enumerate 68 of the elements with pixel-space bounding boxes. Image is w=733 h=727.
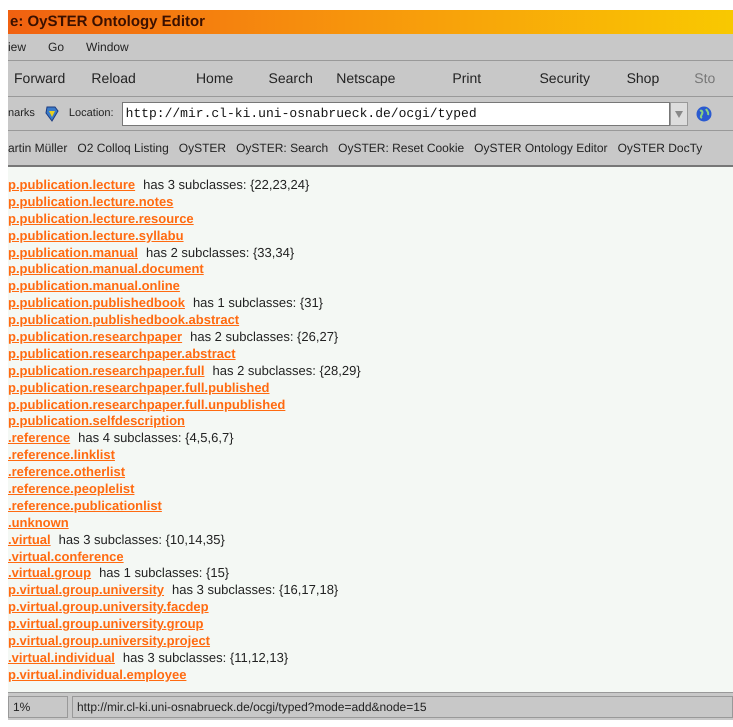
class-link[interactable]: .virtual xyxy=(8,532,51,547)
class-link[interactable]: .virtual.group xyxy=(8,565,92,580)
class-link[interactable]: p.publication.publishedbook.abstract xyxy=(8,312,240,328)
class-link[interactable]: p.publication.lecture.syllabu xyxy=(8,228,184,243)
bookmark-link[interactable]: OySTER DocTy xyxy=(618,139,702,157)
class-link[interactable]: .reference.peoplelist xyxy=(8,480,134,496)
bookmark-link[interactable]: OySTER xyxy=(178,139,226,157)
class-link[interactable]: p.virtual.group.university xyxy=(8,582,164,598)
subclass-info: has 3 subclasses: {10,14,35} xyxy=(58,532,225,547)
class-link[interactable]: .reference.publicationlist xyxy=(8,498,162,513)
class-link[interactable]: p.publication.researchpaper xyxy=(8,328,182,344)
bookmark-link[interactable]: OySTER: Reset Cookie xyxy=(338,139,464,157)
class-link[interactable]: p.publication.researchpaper.full xyxy=(8,362,204,378)
subclass-info: has 2 subclasses: {26,27} xyxy=(190,328,338,344)
location-label: Location: xyxy=(68,106,114,122)
bookmark-link[interactable]: OySTER Ontology Editor xyxy=(474,139,608,157)
class-link[interactable]: p.publication.publishedbook xyxy=(8,295,185,310)
progress-status: 1% xyxy=(8,696,68,718)
class-link[interactable]: .unknown xyxy=(8,514,69,530)
class-link[interactable]: .reference.otherlist xyxy=(8,464,126,480)
bookmark-link[interactable]: OySTER: Search xyxy=(236,139,328,157)
class-link[interactable]: p.publication.manual.online xyxy=(8,278,180,294)
toolbar-button[interactable]: Security xyxy=(539,68,627,89)
caret-icon xyxy=(674,110,683,118)
bookmark-link[interactable]: O2 Colloq Listing xyxy=(77,139,169,157)
class-link[interactable]: .reference.linklist xyxy=(8,447,115,462)
class-link[interactable]: p.virtual.group.university.group xyxy=(8,616,204,632)
window-title: e: OySTER Ontology Editor xyxy=(10,12,206,32)
class-link[interactable]: p.publication.manual xyxy=(8,244,138,260)
subclass-info: has 3 subclasses: {22,23,24} xyxy=(143,176,310,192)
class-link[interactable]: p.publication.lecture.resource xyxy=(8,210,194,226)
dropdown-button[interactable] xyxy=(670,102,688,126)
toolbar-button[interactable]: Shop xyxy=(626,68,694,89)
toolbar-button[interactable]: Search xyxy=(268,68,336,89)
class-link[interactable]: p.publication.researchpaper.full.published xyxy=(8,380,270,395)
subclass-info: has 3 subclasses: {11,12,13} xyxy=(122,650,288,665)
class-link[interactable]: .reference xyxy=(8,430,70,446)
subclass-info: has 4 subclasses: {4,5,6,7} xyxy=(78,430,234,446)
menu-item[interactable]: iew xyxy=(8,38,26,56)
toolbar-button[interactable]: Print xyxy=(452,68,540,89)
class-link[interactable]: p.publication.lecture.notes xyxy=(8,194,174,209)
menu-item[interactable]: Go xyxy=(48,38,64,56)
subclass-info: has 2 subclasses: {33,34} xyxy=(146,244,294,260)
subclass-info: has 3 subclasses: {16,17,18} xyxy=(172,582,338,598)
subclass-info: has 1 subclasses: {15} xyxy=(99,565,230,580)
menu-item[interactable]: Window xyxy=(86,38,129,56)
toolbar-button[interactable]: Forward xyxy=(14,68,92,89)
class-link[interactable]: p.virtual.group.university.facdep xyxy=(8,599,209,614)
bookmarks-label[interactable]: narks xyxy=(8,105,35,122)
class-link[interactable]: p.publication.researchpaper.full.unpublished xyxy=(8,396,286,412)
class-link[interactable]: p.virtual.individual.employee xyxy=(8,666,186,682)
class-link[interactable]: p.virtual.group.university.project xyxy=(8,632,210,648)
class-link[interactable]: .virtual.conference xyxy=(8,548,124,564)
bookmark-link[interactable]: artin Müller xyxy=(8,139,68,157)
toolbar-button[interactable]: Netscape xyxy=(336,68,452,89)
status-url: http://mir.cl-ki.uni-osnabrueck.de/ocgi/typed?mode=add&node=15 xyxy=(72,696,733,718)
globe-icon[interactable] xyxy=(696,106,712,122)
class-link[interactable]: p.publication.selfdescription xyxy=(8,413,185,428)
bookmark-icon[interactable] xyxy=(42,104,61,122)
class-link[interactable]: p.publication.manual.document xyxy=(8,261,204,276)
class-link[interactable]: .virtual.individual xyxy=(8,650,115,665)
subclass-info: has 1 subclasses: {31} xyxy=(192,295,324,310)
class-link[interactable]: p.publication.lecture xyxy=(8,176,136,192)
location-field[interactable]: http://mir.cl-ki.uni-osnabrueck.de/ocgi/typed xyxy=(122,102,670,126)
toolbar-button[interactable]: Reload xyxy=(91,68,196,89)
subclass-info: has 2 subclasses: {28,29} xyxy=(212,362,361,378)
class-link[interactable]: p.publication.researchpaper.abstract xyxy=(8,346,236,361)
toolbar-button[interactable]: Home xyxy=(196,68,269,89)
